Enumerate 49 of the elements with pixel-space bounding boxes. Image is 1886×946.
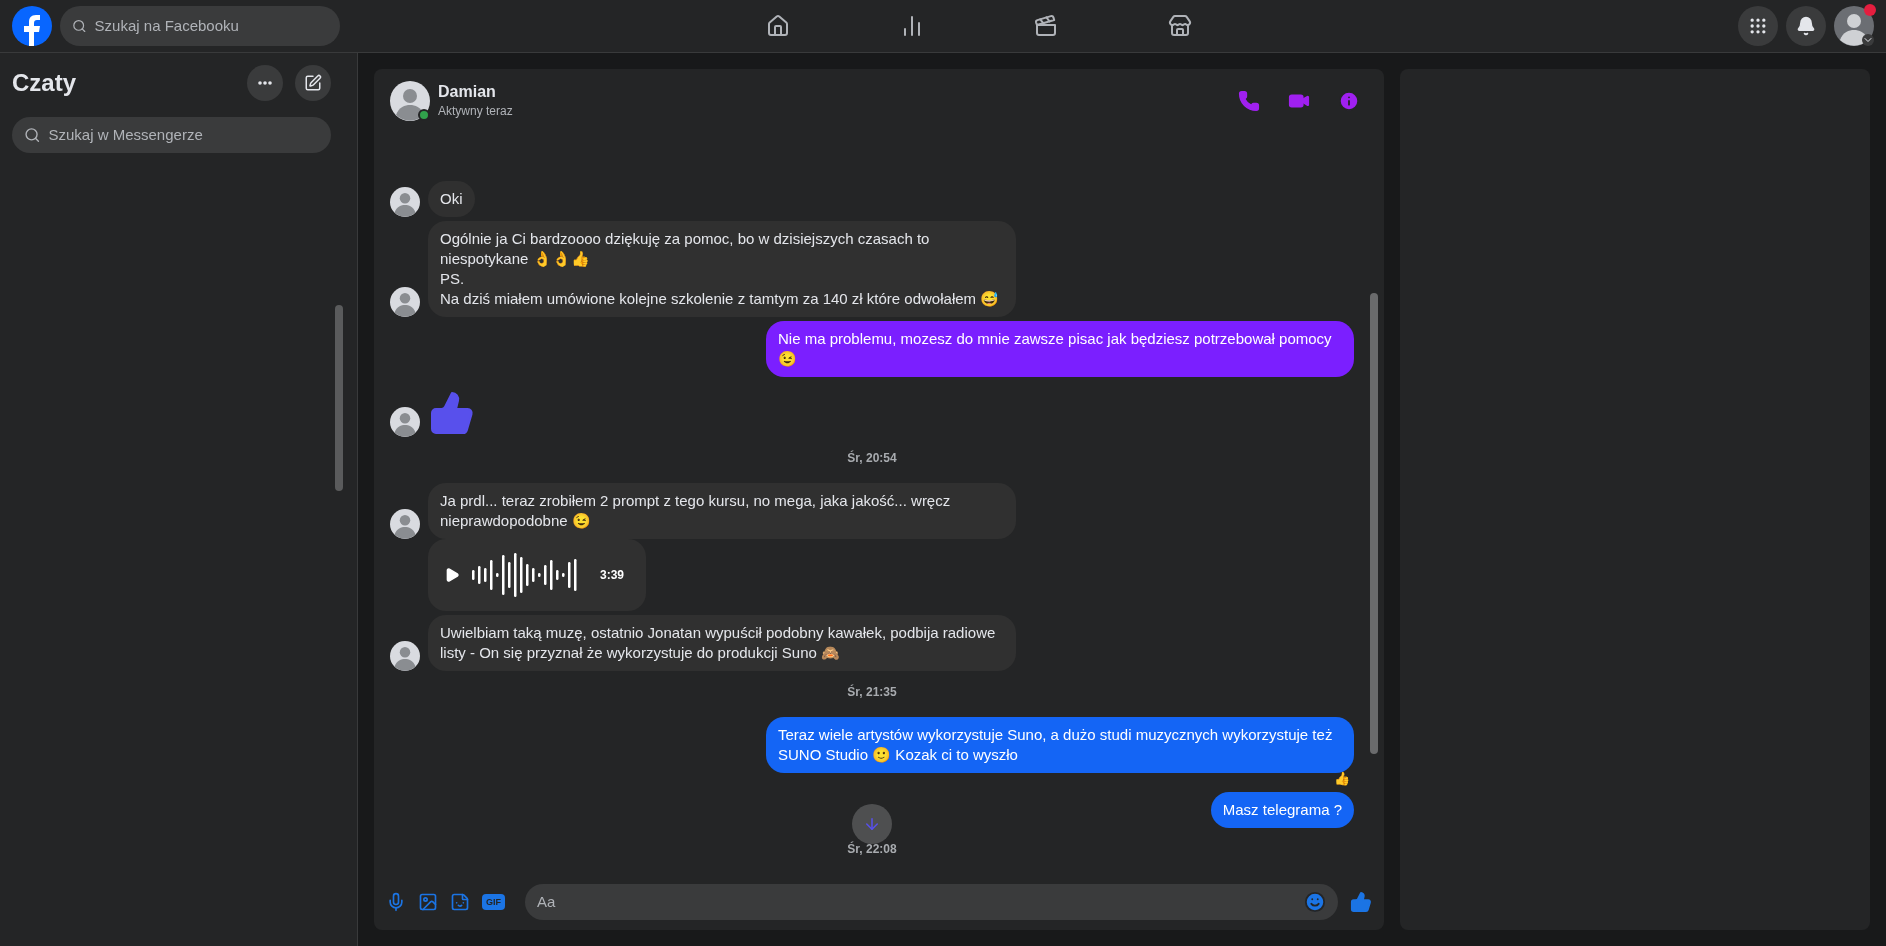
contact-status: Aktywny teraz xyxy=(438,103,513,120)
sticker-icon[interactable] xyxy=(450,892,470,912)
search-input[interactable]: Szukaj w Messengerze xyxy=(48,123,319,147)
new-message-button[interactable] xyxy=(295,65,331,101)
message-bubble: Uwielbiam taką muzę, ostatnio Jonatan wypuścił podobny kawałek, podbija radiowe listy - On się przyznał że wykorzystuje do produkcji Suno 🙈 xyxy=(428,614,1016,671)
scrollbar-thumb[interactable] xyxy=(1370,293,1378,754)
message-bubble: Oki xyxy=(428,180,475,217)
messenger-search-field[interactable]: Szukaj w Messengerze xyxy=(12,117,331,153)
apps-menu-button[interactable] xyxy=(1738,6,1778,46)
phone-icon[interactable] xyxy=(1238,90,1260,112)
search-icon xyxy=(24,126,41,144)
notifications-button[interactable] xyxy=(1786,6,1826,46)
scrollbar-thumb[interactable] xyxy=(335,305,343,491)
contact-name[interactable]: Damian xyxy=(438,82,513,102)
emoji-icon[interactable] xyxy=(1304,891,1326,913)
image-icon[interactable] xyxy=(418,892,438,912)
avatar-icon xyxy=(390,81,430,121)
gif-button[interactable]: GIF xyxy=(482,894,505,910)
search-icon xyxy=(72,18,87,34)
logo-icon[interactable] xyxy=(12,6,52,46)
message-text-input[interactable]: Aa xyxy=(537,890,1304,914)
grid-icon xyxy=(1748,16,1768,36)
timestamp: Śr, 21:35 xyxy=(847,683,897,701)
message-input[interactable]: Aa xyxy=(525,884,1338,920)
message-bubble: Ogólnie ja Ci bardzoooo dziękuję za pomoc, bo w dzisiejszych czasach to niespotykane 👌👌👍 PS. Na dziś miałem umówione kolejne szkolenie z tamtym za 140 zł które odwołałem 😅 xyxy=(428,220,1016,317)
timestamp: Śr, 22:08 xyxy=(847,840,897,858)
play-icon[interactable] xyxy=(444,566,460,583)
sidebar-title: Czaty xyxy=(12,68,77,98)
store-icon[interactable] xyxy=(1168,14,1192,38)
timestamp: Śr, 20:54 xyxy=(847,449,897,467)
voice-message[interactable]: 3:39 xyxy=(428,538,646,611)
info-icon[interactable] xyxy=(1338,90,1360,112)
message-bubble: Nie ma problemu, mozesz do mnie zawsze pisac jak będziesz potrzebował pomocy 😉 xyxy=(766,320,1354,377)
audio-duration: 3:39 xyxy=(600,566,625,584)
search-input[interactable]: Szukaj na Facebooku xyxy=(94,14,328,38)
video-icon[interactable] xyxy=(1034,14,1058,38)
like-icon[interactable] xyxy=(1350,891,1372,913)
facebook-search-field[interactable]: Szukaj na Facebooku xyxy=(60,6,340,46)
message-bubble: Ja prdl... teraz zrobiłem 2 prompt z tego kursu, no mega, jaka jakość... wręcz nieprawdopodobne 😉 xyxy=(428,482,1016,539)
chevron-down-icon[interactable] xyxy=(1862,34,1874,46)
more-icon xyxy=(258,81,272,85)
arrow-down-icon xyxy=(863,815,881,833)
home-icon[interactable] xyxy=(766,14,790,38)
compose-icon xyxy=(304,74,322,92)
microphone-icon[interactable] xyxy=(386,892,406,912)
more-options-button[interactable] xyxy=(247,65,283,101)
message-bubble: Masz telegrama ? xyxy=(1210,792,1354,828)
message-bubble: Teraz wiele artystów wykorzystuje Suno, a dużo studi muzycznych wykorzystuje też SUNO Studio 🙂 Kozak ci to wyszło xyxy=(766,716,1354,773)
bell-icon xyxy=(1796,16,1816,36)
